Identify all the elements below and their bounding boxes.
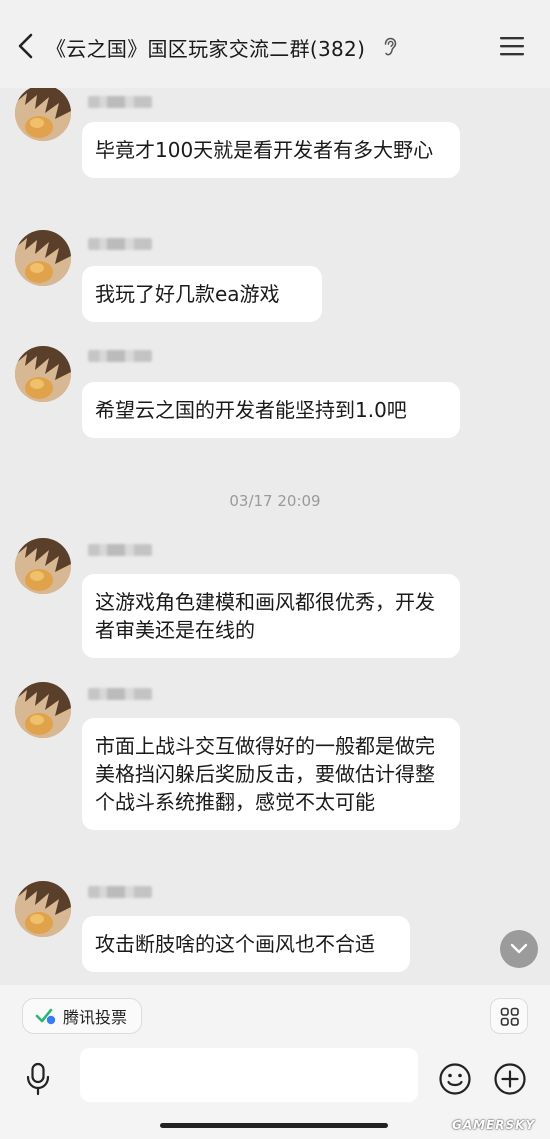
header-bar: 《云之国》国区玩家交流二群(382): [0, 0, 550, 88]
sender-name: [88, 350, 152, 362]
timestamp: 03/17 20:09: [229, 492, 321, 510]
message-text: 希望云之国的开发者能坚持到1.0吧: [95, 398, 407, 422]
message-text: 这游戏角色建模和画风都很优秀，开发者审美还是在线的: [95, 590, 435, 642]
message-input[interactable]: [80, 1048, 418, 1102]
avatar[interactable]: [15, 346, 71, 402]
vote-icon: [35, 1008, 56, 1025]
message-bubble[interactable]: 市面上战斗交互做得好的一般都是做完美格挡闪躲后奖励反击，要做估计得整个战斗系统推…: [82, 718, 460, 830]
avatar[interactable]: [15, 881, 71, 937]
back-icon[interactable]: [14, 32, 38, 60]
message-text: 市面上战斗交互做得好的一般都是做完美格挡闪躲后奖励反击，要做估计得整个战斗系统推…: [95, 734, 435, 814]
chat-title[interactable]: 《云之国》国区玩家交流二群(382): [46, 33, 365, 62]
vote-label: 腾讯投票: [63, 1008, 128, 1027]
chevron-down-icon: [510, 943, 528, 954]
mic-icon[interactable]: [24, 1062, 52, 1096]
menu-icon[interactable]: [499, 35, 525, 57]
message-bubble[interactable]: 攻击断肢啥的这个画风也不合适: [82, 916, 410, 972]
emoji-icon[interactable]: [438, 1062, 472, 1096]
avatar-image: [15, 88, 71, 141]
tencent-vote-button[interactable]: 腾讯投票: [22, 998, 143, 1034]
avatar-image: [15, 230, 71, 286]
avatar[interactable]: [15, 682, 71, 738]
home-indicator[interactable]: [160, 1123, 388, 1128]
avatar-image: [15, 682, 71, 738]
sender-name: [88, 886, 152, 898]
message-text: 攻击断肢啥的这个画风也不合适: [95, 932, 375, 956]
message-text: 毕竟才100天就是看开发者有多大野心: [95, 138, 434, 162]
message-bubble[interactable]: 希望云之国的开发者能坚持到1.0吧: [82, 382, 460, 438]
watermark: GAMERSKY: [452, 1118, 536, 1132]
scroll-down-button[interactable]: [500, 930, 538, 968]
message-text: 我玩了好几款ea游戏: [95, 282, 280, 306]
sender-name: [88, 688, 152, 700]
avatar[interactable]: [15, 538, 71, 594]
plus-icon[interactable]: [493, 1062, 527, 1096]
message-bubble[interactable]: 这游戏角色建模和画风都很优秀，开发者审美还是在线的: [82, 574, 460, 658]
avatar-image: [15, 538, 71, 594]
message-bubble[interactable]: 毕竟才100天就是看开发者有多大野心: [82, 122, 460, 178]
avatar[interactable]: [15, 88, 71, 141]
sender-name: [88, 96, 152, 108]
sender-name: [88, 238, 152, 250]
apps-button[interactable]: [490, 998, 528, 1034]
ear-icon: [384, 37, 397, 56]
apps-grid-icon: [500, 1007, 519, 1026]
avatar[interactable]: [15, 230, 71, 286]
avatar-image: [15, 881, 71, 937]
avatar-image: [15, 346, 71, 402]
message-list[interactable]: 毕竟才100天就是看开发者有多大野心 我玩了好几款ea游戏 希望云之国的开发者能…: [0, 88, 550, 985]
sender-name: [88, 544, 152, 556]
message-bubble[interactable]: 我玩了好几款ea游戏: [82, 266, 322, 322]
